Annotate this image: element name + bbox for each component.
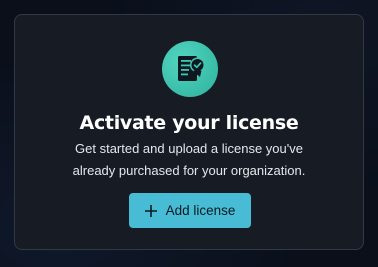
add-license-label: Add license — [165, 203, 236, 218]
empty-state-title: Activate your license — [79, 112, 299, 134]
empty-state-card: Activate your license Get started and up… — [14, 14, 364, 250]
plus-icon — [144, 204, 157, 217]
license-document-check-icon — [162, 41, 218, 97]
add-license-button[interactable]: Add license — [129, 193, 251, 228]
description-line-1: Get started and upload a license you've — [75, 141, 303, 156]
empty-state-description: Get started and upload a license you've … — [15, 138, 363, 182]
description-line-2: already purchased for your organization. — [72, 163, 306, 178]
